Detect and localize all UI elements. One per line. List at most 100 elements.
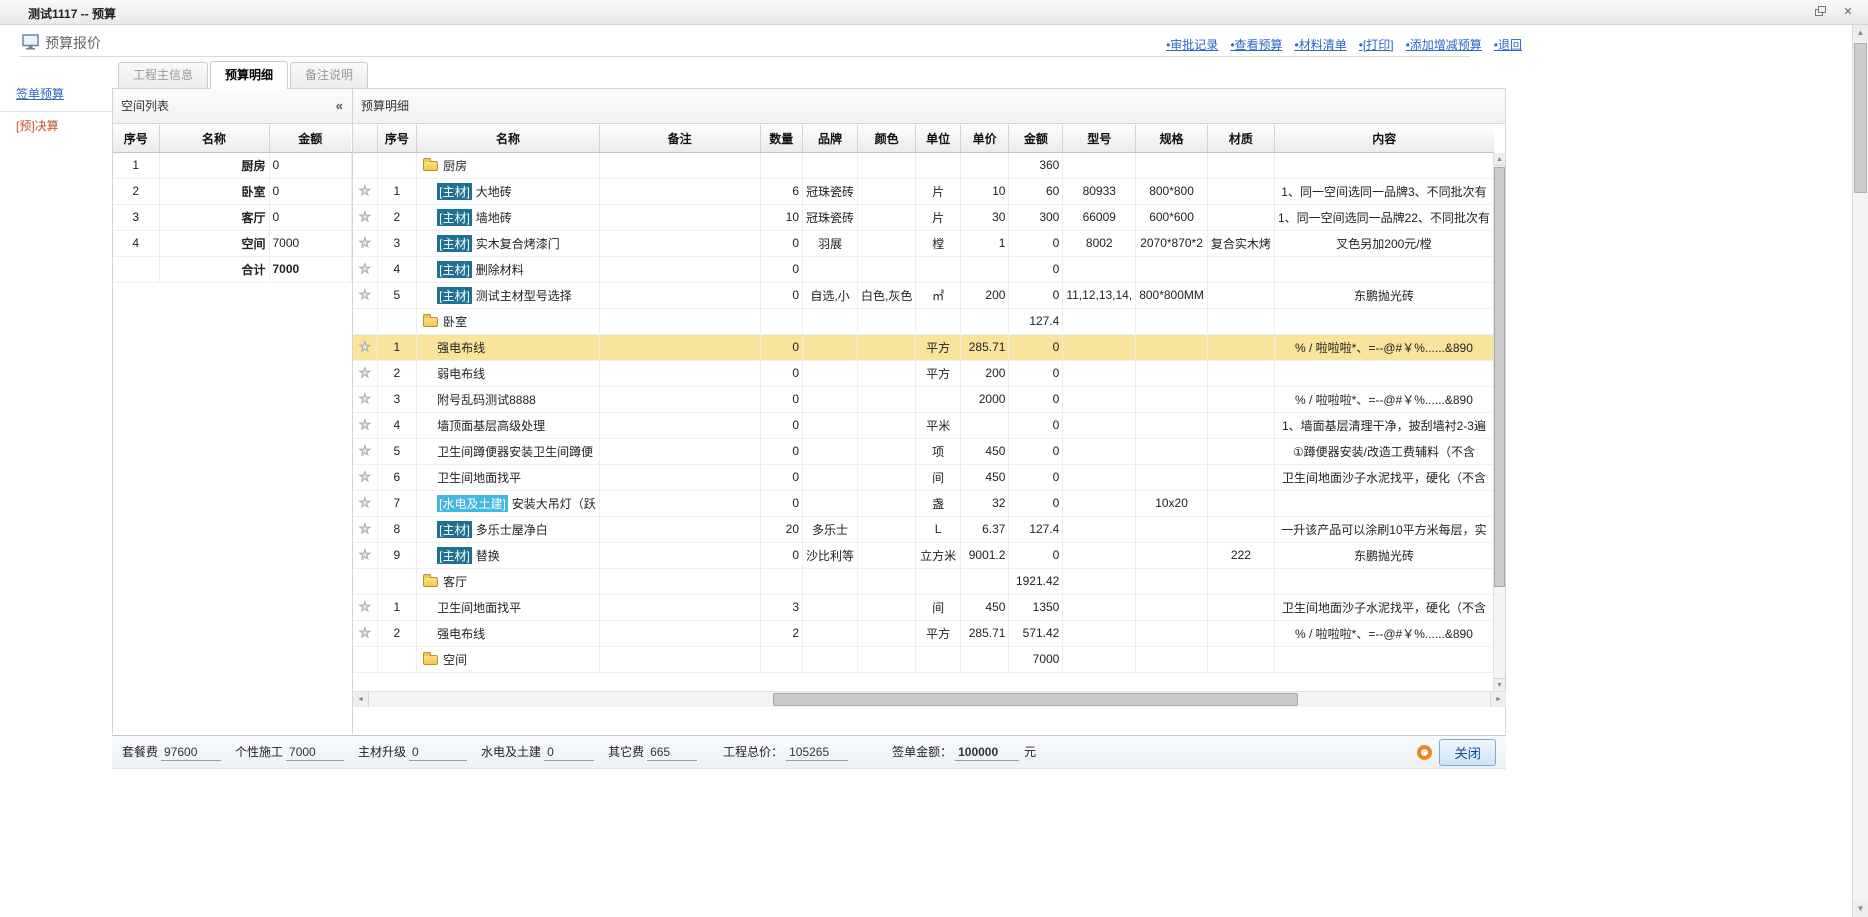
space-row-0[interactable]: 1厨房0 [113, 152, 351, 178]
toolbar-link-3[interactable]: •[打印] [1359, 38, 1394, 52]
tab-2[interactable]: 备注说明 [290, 62, 368, 88]
item-row[interactable]: ★3[主材]实木复合烤漆门0羽展樘1080022070*870*2复合实木烤叉色… [353, 230, 1494, 256]
grid-horizontal-scrollbar[interactable]: ◄ ► [353, 691, 1506, 707]
scroll-left-icon[interactable]: ◄ [353, 692, 369, 707]
space-row-1[interactable]: 2卧室0 [113, 178, 351, 204]
space-list-grid: 序号名称金额 1厨房02卧室03客厅04空间7000合计7000 [113, 125, 352, 283]
detail-col-header-10[interactable]: 型号 [1063, 125, 1136, 152]
item-row[interactable]: ★8[主材]多乐士屋净白20多乐士L6.37127.4一升该产品可以涂刷10平方… [353, 516, 1494, 542]
cell-brand: 冠珠瓷砖 [803, 204, 858, 230]
favorite-star-icon[interactable]: ★ [359, 365, 371, 380]
cell-spec: 800*800MM [1136, 282, 1208, 308]
close-window-icon[interactable]: ✕ [1840, 5, 1856, 19]
toolbar-link-2[interactable]: •材料清单 [1295, 38, 1347, 52]
space-row-4[interactable]: 合计7000 [113, 256, 351, 282]
toolbar-link-4[interactable]: •添加增减预算 [1406, 38, 1482, 52]
item-row[interactable]: ★3附号乱码测试8888020000% / 啦啦啦*、=--@#￥%......… [353, 386, 1494, 412]
page-scroll-thumb[interactable] [1854, 43, 1867, 193]
page-scrollbar[interactable]: ▲ ▼ [1852, 25, 1868, 917]
group-row[interactable]: 厨房360 [353, 152, 1494, 178]
page-scroll-down-icon[interactable]: ▼ [1853, 901, 1868, 917]
favorite-star-icon[interactable]: ★ [359, 391, 371, 406]
detail-col-header-11[interactable]: 规格 [1136, 125, 1208, 152]
favorite-star-icon[interactable]: ★ [359, 235, 371, 250]
detail-col-header-9[interactable]: 金额 [1009, 125, 1063, 152]
sidebar-item-1[interactable]: [预]决算 [0, 112, 112, 143]
item-row[interactable]: ★1[主材]大地砖6冠珠瓷砖片106080933800*8001、同一空间选同一… [353, 178, 1494, 204]
favorite-star-icon[interactable]: ★ [359, 495, 371, 510]
item-row[interactable]: ★5[主材]测试主材型号选择0自选,小白色,灰色㎡200011,12,13,14… [353, 282, 1494, 308]
favorite-star-icon[interactable]: ★ [359, 443, 371, 458]
horizontal-scroll-thumb[interactable] [773, 693, 1298, 706]
item-row[interactable]: ★7[水电及土建]安装大吊灯（跃0盏32010x20 [353, 490, 1494, 516]
toolbar-link-0[interactable]: •审批记录 [1166, 38, 1218, 52]
detail-col-header-4[interactable]: 数量 [760, 125, 803, 152]
item-row[interactable]: ★4[主材]删除材料00 [353, 256, 1494, 282]
detail-col-header-1[interactable]: 序号 [377, 125, 416, 152]
item-row[interactable]: ★2强电布线2平方285.71571.42% / 啦啦啦*、=--@#￥%...… [353, 620, 1494, 646]
item-row[interactable]: ★9[主材]替换0沙比利等立方米9001.20222东鹏抛光砖 [353, 542, 1494, 568]
space-col-header-2[interactable]: 金额 [269, 125, 351, 152]
scroll-up-icon[interactable]: ▲ [1494, 153, 1505, 166]
item-row[interactable]: ★1强电布线0平方285.710% / 啦啦啦*、=--@#￥%......&8… [353, 334, 1494, 360]
favorite-star-icon[interactable]: ★ [359, 625, 371, 640]
item-row[interactable]: ★2弱电布线0平方2000 [353, 360, 1494, 386]
cell-note [599, 386, 760, 412]
item-row[interactable]: ★6卫生间地面找平0间4500卫生间地面沙子水泥找平，硬化（不含 [353, 464, 1494, 490]
detail-col-header-2[interactable]: 名称 [417, 125, 600, 152]
cell-unit: L [916, 516, 961, 542]
group-row[interactable]: 卧室127.4 [353, 308, 1494, 334]
item-row[interactable]: ★1卫生间地面找平3间4501350卫生间地面沙子水泥找平，硬化（不含 [353, 594, 1494, 620]
space-row-2[interactable]: 3客厅0 [113, 204, 351, 230]
toolbar-link-5[interactable]: •退回 [1494, 38, 1522, 52]
item-row[interactable]: ★5卫生间蹲便器安装卫生间蹲便0项4500①蹲便器安装/改造工费辅料（不含 [353, 438, 1494, 464]
collapse-panel-icon[interactable]: « [336, 89, 343, 123]
item-row[interactable]: ★2[主材]墙地砖10冠珠瓷砖片3030066009600*6001、同一空间选… [353, 204, 1494, 230]
tab-0[interactable]: 工程主信息 [118, 62, 208, 88]
item-row[interactable]: ★4墙顶面基层高级处理0平米01、墙面基层清理干净，披刮墙衬2-3遍 [353, 412, 1494, 438]
detail-col-header-12[interactable]: 材质 [1207, 125, 1274, 152]
detail-col-header-8[interactable]: 单价 [960, 125, 1009, 152]
detail-col-header-7[interactable]: 单位 [916, 125, 961, 152]
grid-vertical-scrollbar[interactable]: ▲ ▼ [1493, 153, 1505, 691]
scroll-right-icon[interactable]: ► [1490, 692, 1506, 707]
space-cell-name: 空间 [159, 230, 269, 256]
close-button[interactable]: 关闭 [1439, 739, 1496, 766]
cell-brand [803, 620, 858, 646]
space-col-header-0[interactable]: 序号 [113, 125, 159, 152]
cell-model [1063, 464, 1136, 490]
page-scroll-up-icon[interactable]: ▲ [1853, 25, 1868, 41]
space-row-3[interactable]: 4空间7000 [113, 230, 351, 256]
favorite-star-icon[interactable]: ★ [359, 521, 371, 536]
tab-1[interactable]: 预算明细 [210, 61, 288, 89]
detail-col-header-6[interactable]: 颜色 [858, 125, 916, 152]
favorite-star-icon[interactable]: ★ [359, 287, 371, 302]
restore-window-icon[interactable] [1814, 5, 1830, 19]
favorite-star-icon[interactable]: ★ [359, 417, 371, 432]
favorite-star-icon[interactable]: ★ [359, 599, 371, 614]
detail-col-header-5[interactable]: 品牌 [803, 125, 858, 152]
cell-content: 1、墙面基层清理干净，披刮墙衬2-3遍 [1274, 412, 1493, 438]
toolbar-link-1[interactable]: •查看预算 [1230, 38, 1282, 52]
cell-spec [1136, 334, 1208, 360]
space-col-header-1[interactable]: 名称 [159, 125, 269, 152]
favorite-star-icon[interactable]: ★ [359, 183, 371, 198]
favorite-star-icon[interactable]: ★ [359, 469, 371, 484]
cell-amount: 0 [1009, 334, 1063, 360]
vertical-scroll-thumb[interactable] [1494, 167, 1505, 587]
favorite-star-icon[interactable]: ★ [359, 261, 371, 276]
cell-spec [1136, 464, 1208, 490]
cell-unit: 盏 [916, 490, 961, 516]
favorite-star-icon[interactable]: ★ [359, 339, 371, 354]
sidebar-item-0[interactable]: 签单预算 [0, 80, 112, 112]
detail-col-header-13[interactable]: 内容 [1274, 125, 1493, 152]
scroll-down-icon[interactable]: ▼ [1494, 678, 1505, 691]
detail-col-header-3[interactable]: 备注 [599, 125, 760, 152]
cell-amount: 571.42 [1009, 620, 1063, 646]
detail-col-header-0[interactable] [353, 125, 377, 152]
group-row[interactable]: 空间7000 [353, 646, 1494, 672]
group-row[interactable]: 客厅1921.42 [353, 568, 1494, 594]
cell-unit: 平米 [916, 412, 961, 438]
favorite-star-icon[interactable]: ★ [359, 547, 371, 562]
favorite-star-icon[interactable]: ★ [359, 209, 371, 224]
